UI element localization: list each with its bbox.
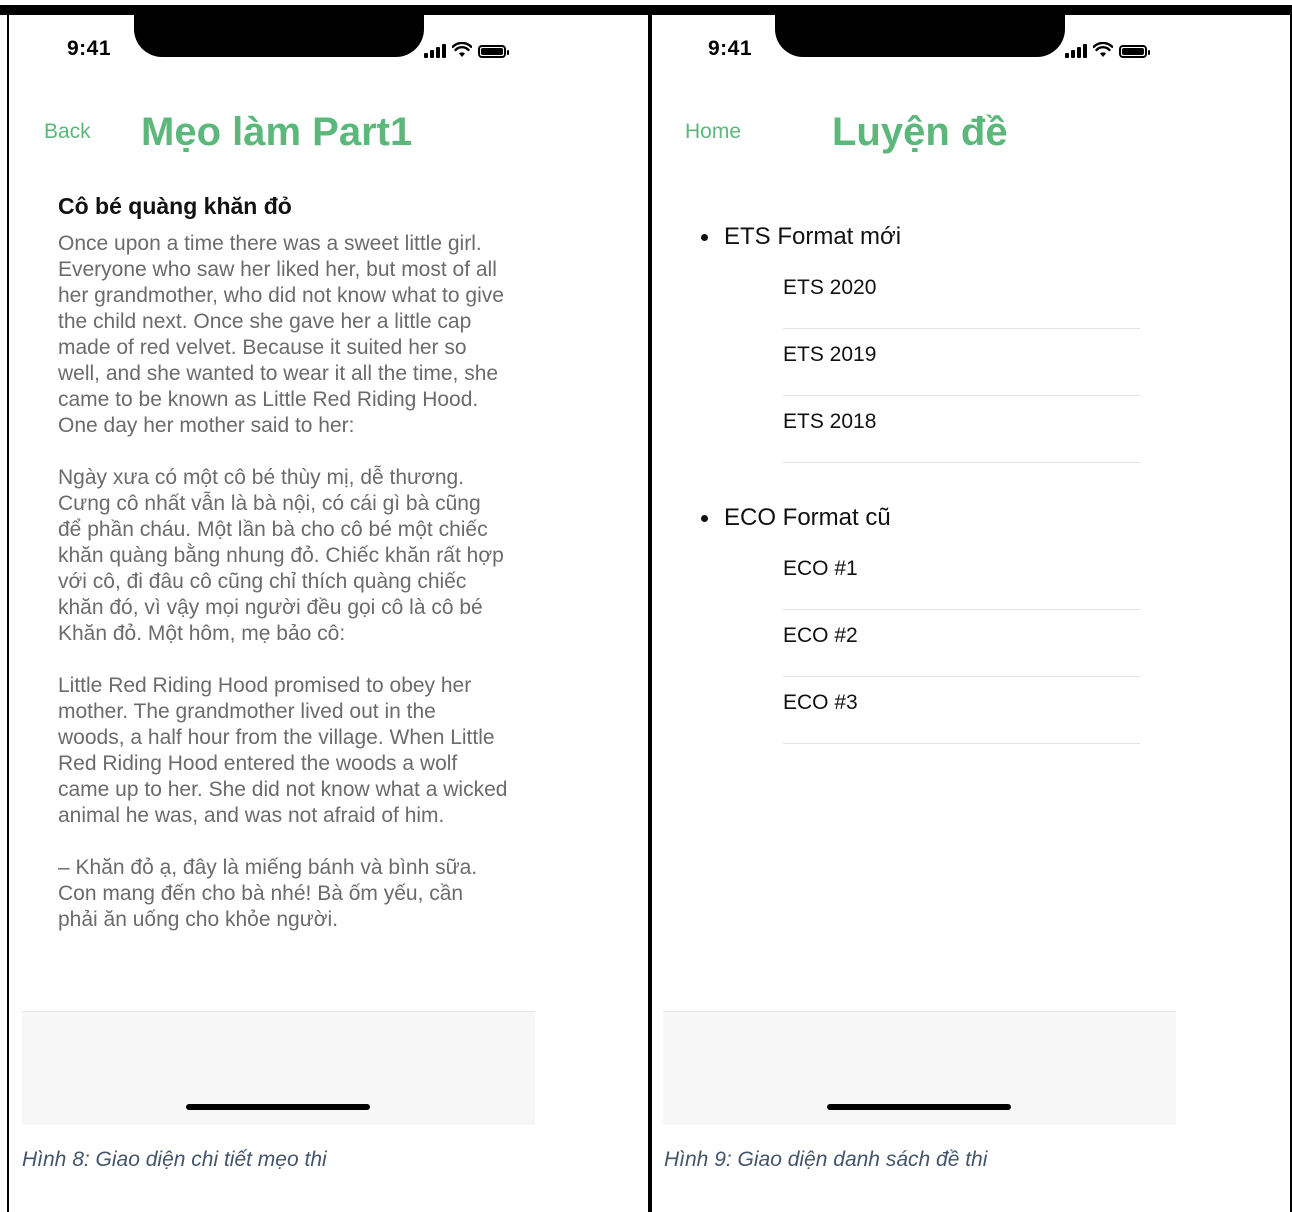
- section-header: ECO Format cũ: [699, 503, 1140, 533]
- bottom-bar: [663, 1011, 1176, 1125]
- article-paragraph: Ngày xưa có một cô bé thùy mị, dễ thương…: [58, 466, 504, 645]
- page-title: Luyện đề: [832, 110, 1008, 154]
- section-title: ECO Format cũ: [724, 504, 891, 531]
- figure-caption-left: Hình 8: Giao diện chi tiết mẹo thi: [22, 1148, 327, 1171]
- article-body[interactable]: Once upon a time there was a sweet littl…: [58, 231, 508, 1011]
- bottom-bar: [22, 1011, 535, 1125]
- exam-item-ets-2020[interactable]: ETS 2020: [783, 262, 1140, 329]
- bullet-icon: [701, 233, 708, 241]
- back-button[interactable]: Back: [44, 120, 91, 144]
- article-paragraph: Once upon a time there was a sweet littl…: [58, 232, 504, 437]
- exam-item-eco-1[interactable]: ECO #1: [783, 543, 1140, 610]
- status-time: 9:41: [708, 37, 753, 60]
- bullet-icon: [701, 514, 708, 522]
- exam-item-ets-2019[interactable]: ETS 2019: [783, 329, 1140, 396]
- device-notch: [134, 15, 424, 57]
- home-button[interactable]: Home: [685, 120, 741, 144]
- article-title: Cô bé quàng khăn đỏ: [58, 193, 292, 219]
- status-time: 9:41: [67, 37, 112, 60]
- top-border: [0, 5, 1292, 15]
- figure-caption-right: Hình 9: Giao diện danh sách đề thi: [664, 1148, 988, 1171]
- signal-icon: [1065, 42, 1087, 58]
- battery-icon: [1119, 45, 1150, 58]
- home-indicator[interactable]: [186, 1104, 370, 1110]
- section-eco: ECO Format cũ ECO #1 ECO #2 ECO #3: [699, 503, 1140, 744]
- battery-icon: [478, 45, 509, 58]
- wifi-icon: [1093, 42, 1113, 57]
- device-notch: [775, 15, 1065, 57]
- tip-detail-screen: 9:41 Back Mẹo làm Part1 Cô bé quàng khăn…: [22, 15, 535, 1125]
- status-icons: [1065, 40, 1150, 58]
- exam-item-eco-3[interactable]: ECO #3: [783, 677, 1140, 744]
- exam-list: ECO #1 ECO #2 ECO #3: [783, 543, 1140, 744]
- article-paragraph: – Khăn đỏ ạ, đây là miếng bánh và bình s…: [58, 856, 478, 931]
- signal-icon: [424, 42, 446, 58]
- exam-list-screen: 9:41 Home Luyện đề ETS Format mới ETS 20…: [663, 15, 1176, 1125]
- section-title: ETS Format mới: [724, 223, 902, 250]
- page-title: Mẹo làm Part1: [141, 110, 413, 154]
- section-ets: ETS Format mới ETS 2020 ETS 2019 ETS 201…: [699, 222, 1140, 463]
- article-paragraph: Little Red Riding Hood promised to obey …: [58, 674, 508, 827]
- section-header: ETS Format mới: [699, 222, 1140, 252]
- exam-item-ets-2018[interactable]: ETS 2018: [783, 396, 1140, 463]
- status-icons: [424, 40, 509, 58]
- wifi-icon: [452, 42, 472, 57]
- exam-item-eco-2[interactable]: ECO #2: [783, 610, 1140, 677]
- exam-list: ETS 2020 ETS 2019 ETS 2018: [783, 262, 1140, 463]
- home-indicator[interactable]: [827, 1104, 1011, 1110]
